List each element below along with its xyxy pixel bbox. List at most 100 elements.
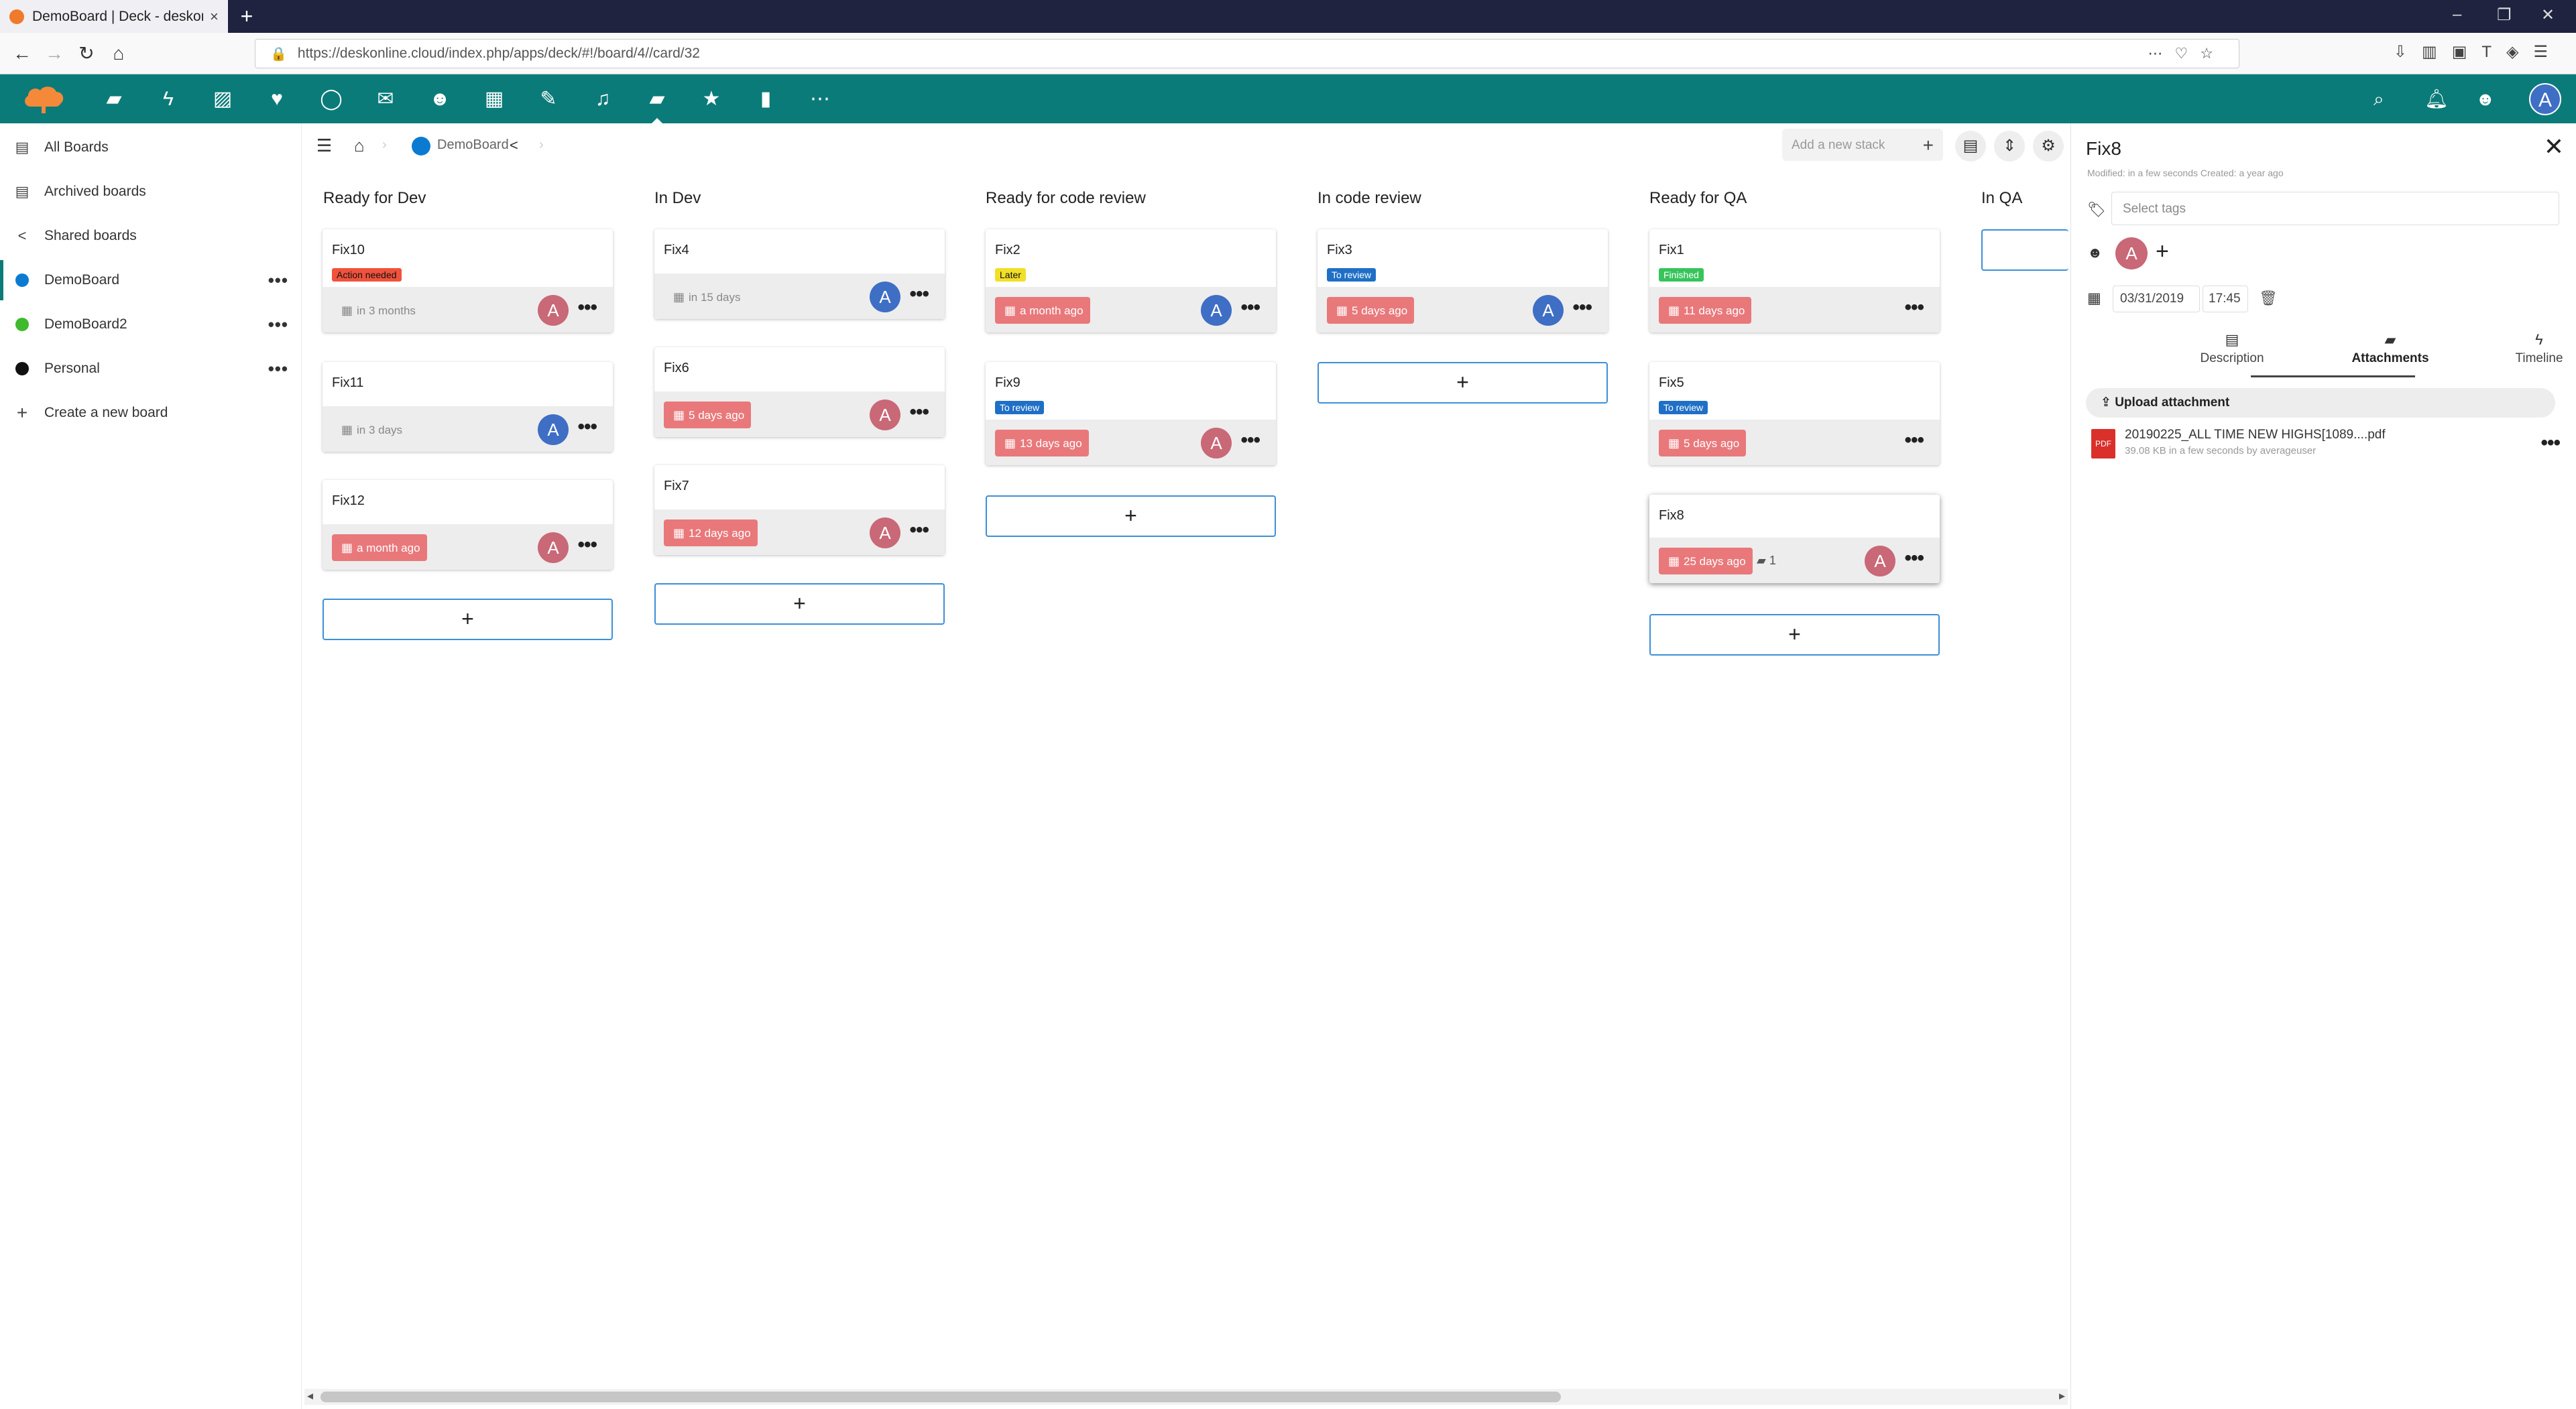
notes-icon[interactable]: ✎ (536, 87, 561, 111)
board-settings-icon[interactable]: ⚙ (2033, 131, 2064, 162)
card-fix12[interactable]: Fix12 ▦ a month ago A ••• (323, 480, 613, 570)
mail-icon[interactable]: ✉ (373, 87, 398, 111)
calendar-icon[interactable]: ▦ (482, 87, 506, 111)
more-apps-icon[interactable]: ⋯ (808, 87, 832, 111)
stack-title-ready-for-qa[interactable]: Ready for QA (1649, 189, 1747, 208)
add-card-button[interactable]: + (1318, 362, 1608, 404)
select-tags-input[interactable]: Select tags (2111, 192, 2559, 225)
add-card-button[interactable]: + (654, 583, 945, 625)
add-assignee-button[interactable]: + (2156, 239, 2169, 265)
card-fix11[interactable]: Fix11 ▦ in 3 days A ••• (323, 362, 613, 452)
card-details-title[interactable]: Fix8 (2086, 138, 2121, 160)
card-more-button[interactable]: ••• (1904, 296, 1924, 319)
music-icon[interactable]: ♫ (591, 87, 615, 111)
contacts-icon[interactable]: ☻ (428, 87, 452, 111)
scroll-right-icon[interactable]: ▸ (2059, 1389, 2065, 1403)
notifications-icon[interactable]: 🔔︎ (2424, 87, 2449, 111)
scrollbar-thumb[interactable] (320, 1392, 1561, 1402)
archived-cards-button[interactable]: ▤ (1955, 131, 1986, 162)
card-fix4[interactable]: Fix4 ▦ in 15 days A ••• (654, 229, 945, 319)
stack-title-ready-for-code-review[interactable]: Ready for code review (986, 189, 1146, 208)
bookmarks-icon[interactable]: ★ (699, 87, 723, 111)
card-fix6[interactable]: Fix6 ▦ 5 days ago A ••• (654, 347, 945, 437)
assignee-avatar[interactable]: A (2115, 237, 2148, 269)
attachment-more-button[interactable]: ••• (2540, 432, 2560, 454)
card-fix5[interactable]: Fix5 To review ▦ 5 days ago ••• (1649, 362, 1940, 465)
sidebar-item-personal[interactable]: Personal ••• (0, 349, 302, 389)
sidebar-item-create-board[interactable]: + Create a new board (0, 393, 302, 433)
card-more-button[interactable]: ••• (1904, 547, 1924, 570)
home-icon[interactable]: ⌂ (106, 41, 131, 66)
files-icon[interactable]: ▰ (102, 87, 126, 111)
board-more-button[interactable]: ••• (268, 359, 288, 379)
add-card-button[interactable] (1981, 229, 2068, 271)
deck-icon[interactable]: ▰ (645, 87, 669, 124)
new-tab-button[interactable]: + (235, 5, 259, 29)
card-fix9[interactable]: Fix9 To review ▦ 13 days ago A ••• (986, 362, 1276, 465)
sidebar-item-archived-boards[interactable]: ▤ Archived boards (0, 172, 302, 212)
activity-icon[interactable]: ϟ (156, 87, 180, 111)
browser-tab[interactable]: DemoBoard | Deck - deskonline × (0, 0, 228, 33)
share-icon[interactable]: < (510, 137, 518, 154)
minimize-window-icon[interactable]: – (2453, 5, 2461, 24)
add-card-button[interactable]: + (1649, 614, 1940, 656)
tab-description[interactable]: ▤ Description (2158, 331, 2306, 366)
scroll-left-icon[interactable]: ◂ (307, 1389, 313, 1403)
card-more-button[interactable]: ••• (1240, 429, 1260, 452)
card-fix3[interactable]: Fix3 To review ▦ 5 days ago A ••• (1318, 229, 1608, 332)
card-more-button[interactable]: ••• (909, 519, 929, 542)
board-more-button[interactable]: ••• (268, 314, 288, 335)
card-fix1[interactable]: Fix1 Finished ▦ 11 days ago ••• (1649, 229, 1940, 332)
add-stack-input[interactable]: Add a new stack + (1782, 129, 1943, 161)
stack-title-in-dev[interactable]: In Dev (654, 189, 701, 208)
close-window-icon[interactable]: ✕ (2541, 5, 2555, 25)
tab-timeline[interactable]: ϟ Timeline (2465, 331, 2576, 366)
nextcloud-logo-icon[interactable] (21, 84, 66, 113)
sidebar-item-demoboard[interactable]: DemoBoard ••• (0, 260, 302, 300)
card-fix2[interactable]: Fix2 Later ▦ a month ago A ••• (986, 229, 1276, 332)
delete-due-date-icon[interactable]: 🗑︎ (2259, 290, 2278, 307)
close-icon[interactable]: ✕ (2544, 133, 2564, 161)
card-more-button[interactable]: ••• (577, 534, 597, 556)
card-more-button[interactable]: ••• (1904, 429, 1924, 452)
toggle-navigation-icon[interactable]: ☰ (316, 135, 332, 156)
url-bar[interactable]: 🔒 https://deskonline.cloud/index.php/app… (255, 39, 2239, 68)
reload-icon[interactable]: ↻ (74, 41, 99, 66)
toolbar-extensions-icon[interactable]: ⇩▥▣T◈☰ (2394, 42, 2563, 62)
contacts-menu-icon[interactable]: ☻ (2475, 87, 2495, 111)
due-date-input[interactable]: 03/31/2019 (2113, 286, 2200, 312)
url-text[interactable]: https://deskonline.cloud/index.php/apps/… (298, 46, 700, 62)
card-more-button[interactable]: ••• (577, 416, 597, 438)
card-fix10[interactable]: Fix10 Action needed ▦ in 3 months A ••• (323, 229, 613, 332)
close-tab-icon[interactable]: × (210, 8, 219, 25)
stack-title-in-code-review[interactable]: In code review (1318, 189, 1421, 208)
restore-window-icon[interactable]: ❐ (2497, 5, 2512, 25)
toggle-compact-button[interactable]: ⇕ (1994, 131, 2025, 162)
photos-icon[interactable]: ▨ (211, 87, 235, 111)
card-more-button[interactable]: ••• (1572, 296, 1592, 319)
stack-title-in-qa[interactable]: In QA (1981, 189, 2022, 208)
card-more-button[interactable]: ••• (1240, 296, 1260, 319)
card-fix8-selected[interactable]: Fix8 ▦ 25 days ago ▰ 1 A ••• (1649, 495, 1940, 583)
card-more-button[interactable]: ••• (577, 296, 597, 319)
sidebar-item-demoboard2[interactable]: DemoBoard2 ••• (0, 304, 302, 345)
upload-attachment-button[interactable]: ⇪ Upload attachment (2086, 388, 2555, 418)
add-card-button[interactable]: + (323, 599, 613, 640)
search-icon[interactable]: ⌕ (2374, 87, 2384, 111)
sidebar-item-all-boards[interactable]: ▤ All Boards (0, 127, 302, 168)
talk-icon[interactable]: ◯ (319, 87, 343, 111)
due-time-input[interactable]: 17:45 (2203, 286, 2248, 312)
board-more-button[interactable]: ••• (268, 270, 288, 291)
sidebar-item-shared-boards[interactable]: < Shared boards (0, 216, 302, 256)
card-more-button[interactable]: ••• (909, 401, 929, 424)
back-icon[interactable]: ← (9, 41, 35, 66)
add-card-button[interactable]: + (986, 495, 1276, 537)
card-more-button[interactable]: ••• (909, 283, 929, 306)
favorites-icon[interactable]: ♥ (265, 87, 289, 111)
card-fix7[interactable]: Fix7 ▦ 12 days ago A ••• (654, 465, 945, 555)
page-actions-icon[interactable]: ⋯♡☆ (2148, 45, 2225, 62)
user-avatar[interactable]: A (2529, 83, 2561, 115)
attachment-name[interactable]: 20190225_ALL TIME NEW HIGHS[1089....pdf (2125, 428, 2386, 442)
board-horizontal-scrollbar[interactable]: ◂ ▸ (304, 1389, 2068, 1405)
home-icon[interactable]: ⌂ (354, 135, 365, 156)
